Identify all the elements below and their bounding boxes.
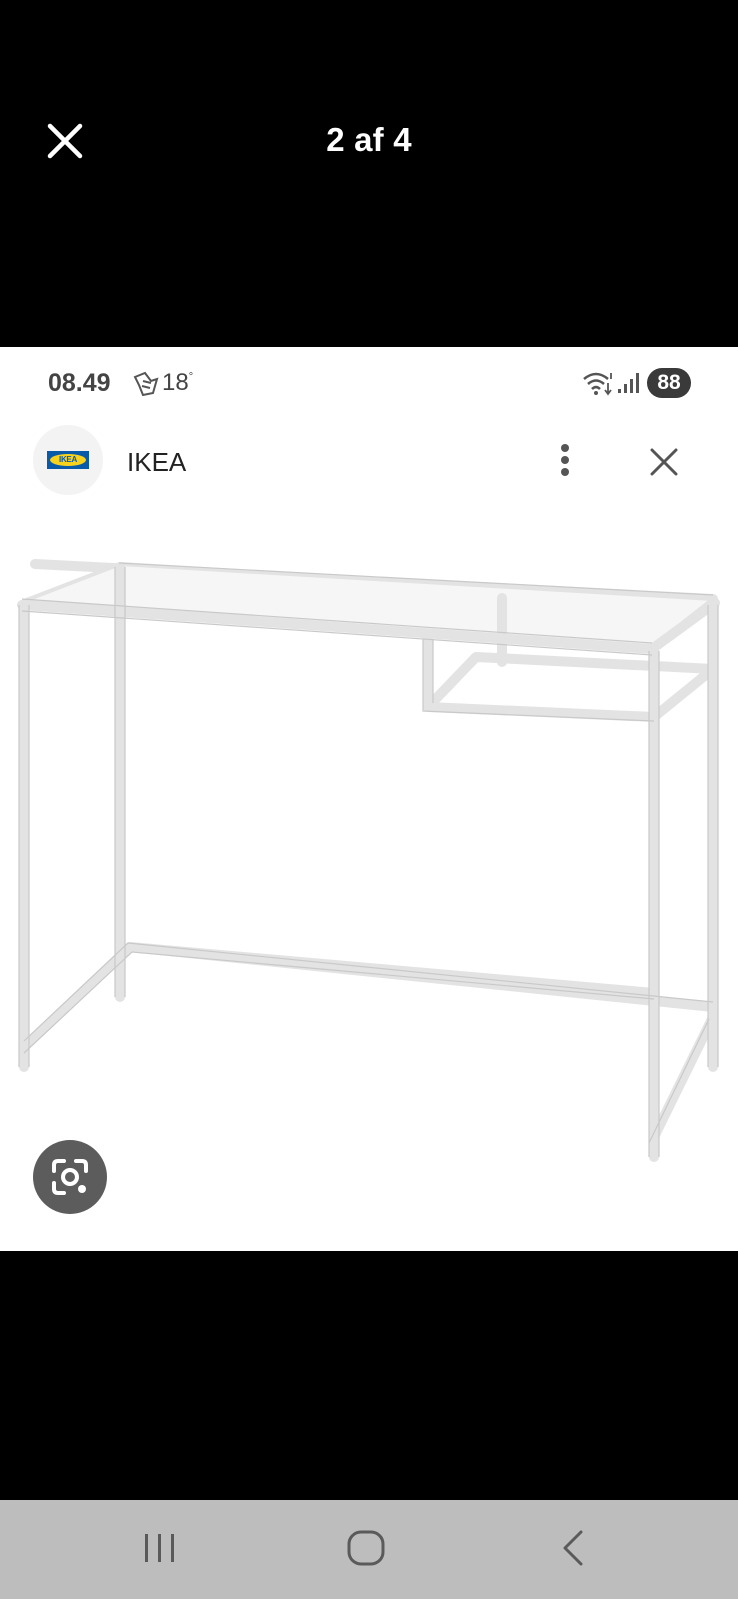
lens-search-button[interactable] <box>33 1140 107 1214</box>
back-button[interactable] <box>528 1518 618 1578</box>
signal-icon <box>618 373 639 393</box>
lens-search-icon <box>52 1159 88 1195</box>
home-button[interactable] <box>321 1518 411 1578</box>
home-icon <box>347 1530 385 1566</box>
recents-button[interactable] <box>115 1518 205 1578</box>
status-bar: 08.49 18° 88 <box>0 347 738 417</box>
close-icon <box>650 448 678 476</box>
recents-icon <box>145 1534 174 1562</box>
status-time: 08.49 <box>48 369 111 397</box>
product-image <box>17 559 720 1162</box>
ikea-logo-text: IKEA <box>50 454 86 466</box>
app-close-button[interactable] <box>640 439 688 485</box>
app-title: IKEA <box>127 447 187 477</box>
status-temperature: 18° <box>162 369 194 396</box>
wifi-icon <box>583 372 612 396</box>
app-bar: IKEA IKEA <box>0 417 738 507</box>
more-vert-icon <box>561 444 569 476</box>
screenshot-image: 08.49 18° 88 IKEA IKEA <box>0 347 738 1251</box>
ikea-logo: IKEA <box>33 425 103 495</box>
battery-indicator: 88 <box>647 368 691 398</box>
notification-icon <box>133 371 159 397</box>
back-icon <box>563 1530 583 1566</box>
image-counter: 2 af 4 <box>326 121 412 158</box>
navigation-bar <box>0 1500 738 1599</box>
viewer-header: 2 af 4 <box>0 0 738 347</box>
more-options-button[interactable] <box>548 437 582 483</box>
